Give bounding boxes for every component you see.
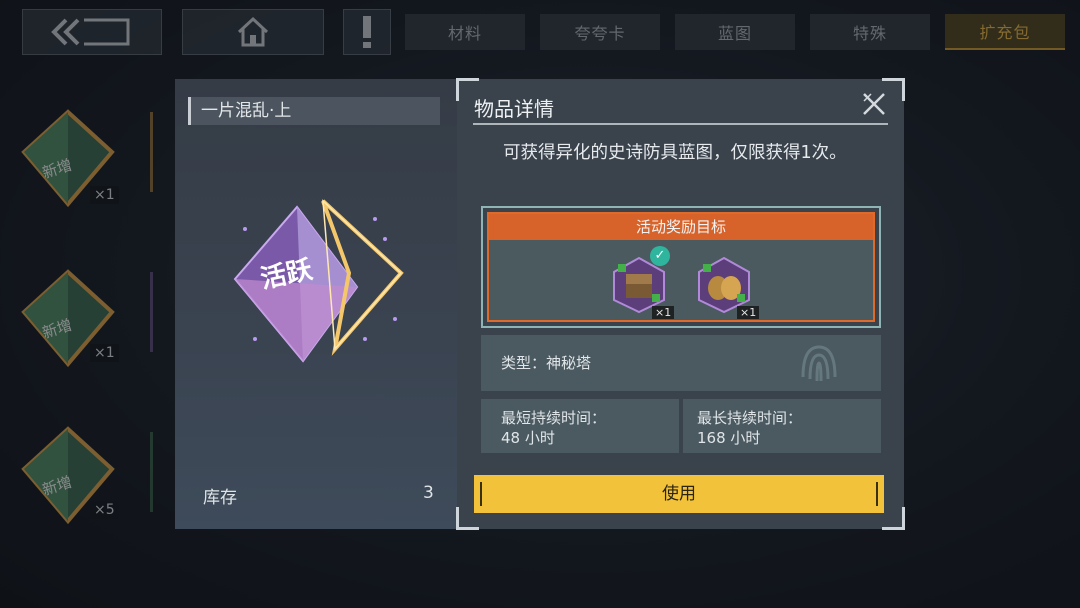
close-button[interactable] <box>861 91 887 117</box>
item-name: 一片混乱·上 <box>188 97 440 125</box>
fingerprint-icon <box>801 345 837 382</box>
item-description: 可获得异化的史诗防具蓝图，仅限获得1次。 <box>503 143 847 163</box>
reward-target-box: 活动奖励目标 ✓ ×1 ×1 <box>481 206 881 328</box>
reward-item[interactable]: ×1 <box>693 254 760 319</box>
type-text: 类型：神秘塔 <box>501 354 592 372</box>
type-box: 类型：神秘塔 <box>481 335 881 391</box>
stock-label: 库存 <box>203 488 237 508</box>
max-duration-box: 最长持续时间： 168 小时 <box>683 399 881 453</box>
use-button-label: 使用 <box>662 484 696 504</box>
title-divider <box>473 123 888 125</box>
min-duration-box: 最短持续时间： 48 小时 <box>481 399 679 453</box>
claimed-check-icon: ✓ <box>650 246 670 266</box>
max-duration-value: 168 小时 <box>697 429 761 447</box>
pack-crystal-icon <box>233 199 404 363</box>
reward-quantity: ×1 <box>652 306 675 319</box>
button-edge-bar <box>876 482 878 506</box>
reward-header: 活动奖励目标 <box>489 214 873 240</box>
item-detail-panel: 物品详情 可获得异化的史诗防具蓝图，仅限获得1次。 活动奖励目标 ✓ ×1 ×1… <box>456 78 905 530</box>
min-duration-value: 48 小时 <box>501 429 555 447</box>
min-duration-label: 最短持续时间： <box>501 409 607 427</box>
reward-item[interactable]: ✓ ×1 <box>608 246 675 319</box>
reward-quantity: ×1 <box>737 306 760 319</box>
stock-value: 3 <box>423 483 434 503</box>
max-duration-label: 最长持续时间： <box>697 409 803 427</box>
button-edge-bar <box>480 482 482 506</box>
frame-corner <box>882 507 905 530</box>
item-preview-panel: 一片混乱·上 活跃 库存 3 <box>175 79 457 529</box>
close-icon <box>863 93 885 115</box>
detail-title: 物品详情 <box>474 97 554 121</box>
use-button[interactable]: 使用 <box>474 475 884 513</box>
